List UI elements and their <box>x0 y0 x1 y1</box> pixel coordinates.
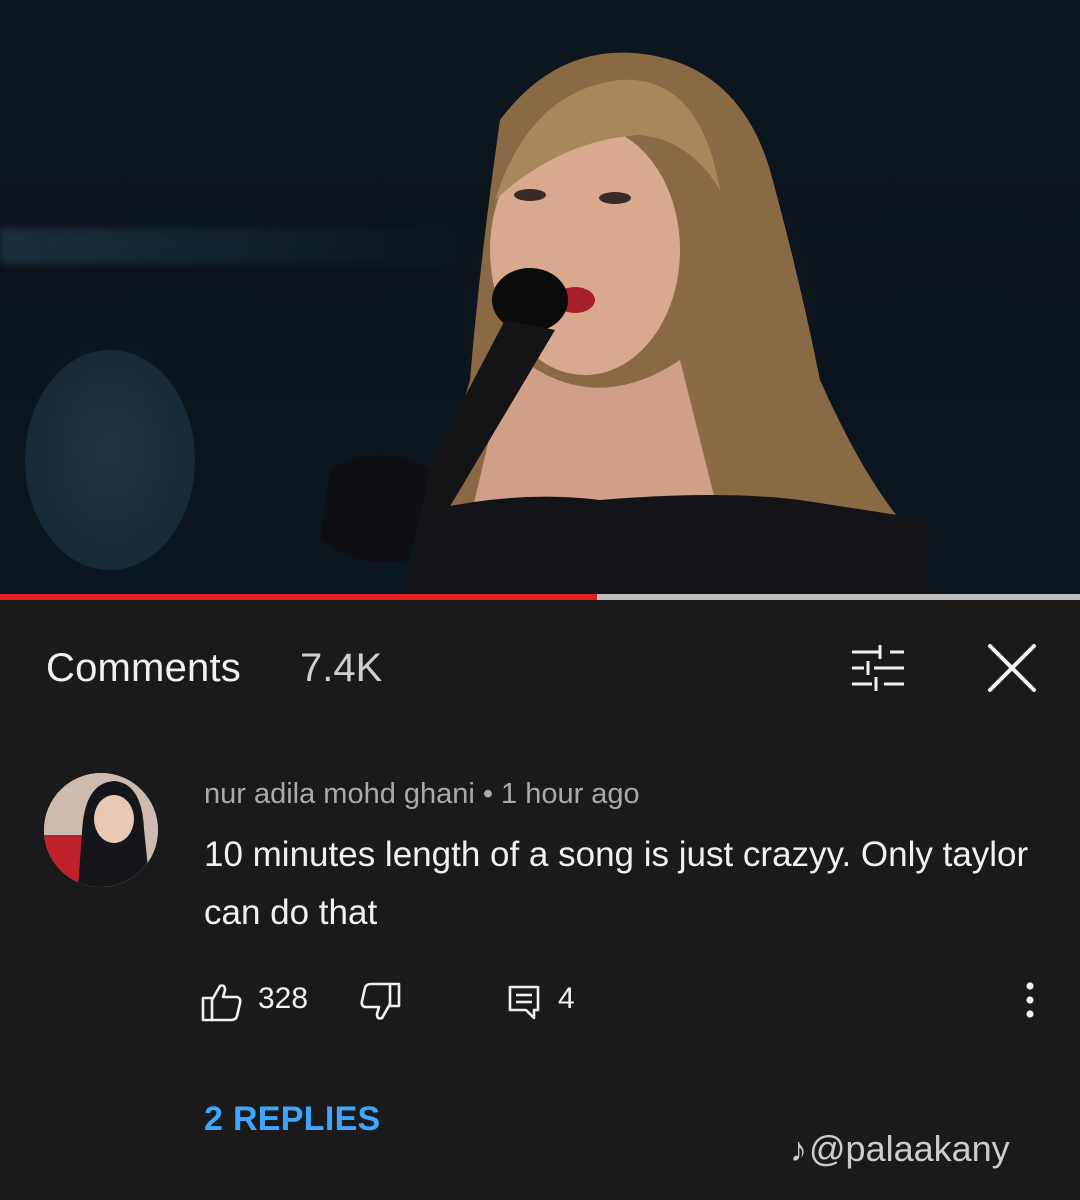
thumbs-up-icon <box>201 984 242 1022</box>
meta-separator: • <box>482 778 494 810</box>
comment-icon <box>508 985 540 1020</box>
tiktok-icon: ♪ <box>790 1131 807 1169</box>
performer-image <box>25 52 930 596</box>
view-replies-link[interactable]: 2 REPLIES <box>204 1100 381 1139</box>
comment-text: 10 minutes length of a song is just craz… <box>204 835 1029 932</box>
reply-button[interactable] <box>504 982 544 1022</box>
avatar-image <box>44 773 158 887</box>
watermark: ♪@palaakany <box>790 1128 1010 1170</box>
sort-button[interactable] <box>846 640 910 696</box>
comments-title: Comments <box>46 646 241 690</box>
thumbs-down-icon <box>360 982 401 1020</box>
more-vertical-icon <box>1026 982 1034 1018</box>
close-button[interactable] <box>980 636 1044 700</box>
video-player[interactable] <box>0 0 1080 596</box>
comment-time: 1 hour ago <box>501 778 640 810</box>
like-count: 328 <box>258 982 309 1015</box>
comment-meta: nur adila mohd ghani • 1 hour ago <box>204 778 640 811</box>
more-button[interactable] <box>1012 978 1048 1022</box>
comments-count: 7.4K <box>300 646 383 690</box>
reply-count: 4 <box>558 982 575 1015</box>
user-avatar[interactable] <box>44 773 158 887</box>
comment-author[interactable]: nur adila mohd ghani <box>204 778 475 810</box>
dislike-button[interactable] <box>358 980 402 1024</box>
close-icon <box>988 644 1036 692</box>
watermark-handle: @palaakany <box>809 1128 1010 1169</box>
like-button[interactable] <box>200 980 244 1024</box>
sliders-icon <box>852 645 904 691</box>
